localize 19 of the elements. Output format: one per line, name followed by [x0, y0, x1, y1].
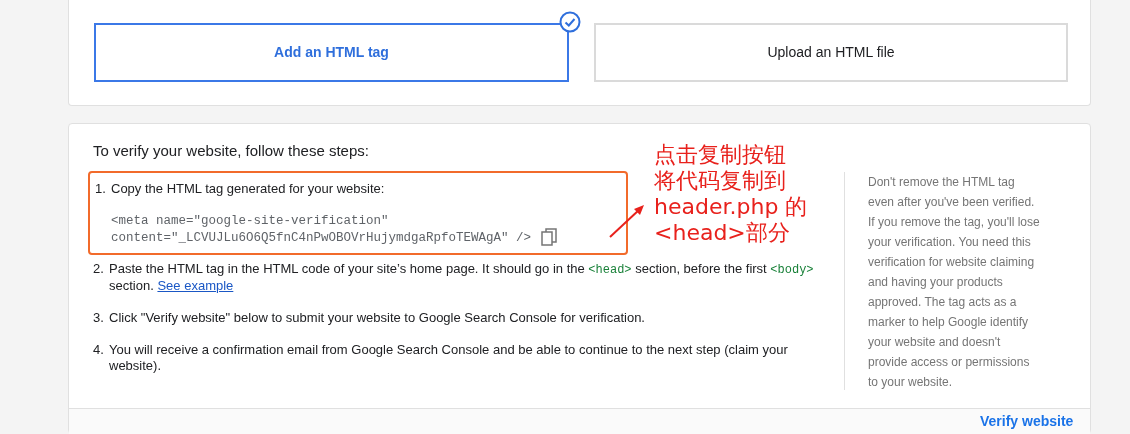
meta-tag-code: <meta name="google-site-verification" content="_LCVUJLu6O6Q5fnC4nPwOBOVrHujymdgaRpfoTEWAgA" /> — [111, 213, 532, 247]
see-example-link[interactable]: See example — [157, 278, 234, 293]
option-tab[interactable]: Upload an HTML file — [594, 23, 1068, 82]
step-number: 1. — [95, 181, 107, 197]
check-icon — [559, 11, 581, 33]
steps-heading: To verify your website, follow these steps: — [93, 142, 369, 160]
annotation-text: 点击复制按钮 将代码复制到 header.php 的 <head>部分 — [654, 142, 808, 246]
step-text: Copy the HTML tag generated for your website: — [111, 181, 385, 197]
step-text: Paste the HTML tag in the HTML code of your site’s home page. It should go in the <head> section, before the first <body> section. See example — [109, 261, 815, 294]
verify-website-button[interactable]: Verify website — [972, 413, 1082, 429]
annotation-arrow — [608, 203, 646, 239]
option-tab[interactable]: Add an HTML tag — [94, 23, 569, 82]
step-text: Click "Verify website" below to submit your website to Google Search Console for verification. — [109, 310, 645, 326]
step-number: 2. — [93, 261, 105, 278]
step-text: You will receive a confirmation email from Google Search Console and be able to continue to the next step (claim your website). — [109, 342, 789, 374]
note-text: Don't remove the HTML tag even after you've been verified. If you remove the tag, you'll lose your verification. You need this verification for website claiming and having your products approved. The tag acts as a marker to help Google identify your website and doesn't provide access or permissions to your website. — [868, 174, 1040, 391]
step-number: 3. — [93, 310, 105, 326]
step-number: 4. — [93, 342, 105, 359]
copy-icon[interactable] — [541, 228, 558, 246]
